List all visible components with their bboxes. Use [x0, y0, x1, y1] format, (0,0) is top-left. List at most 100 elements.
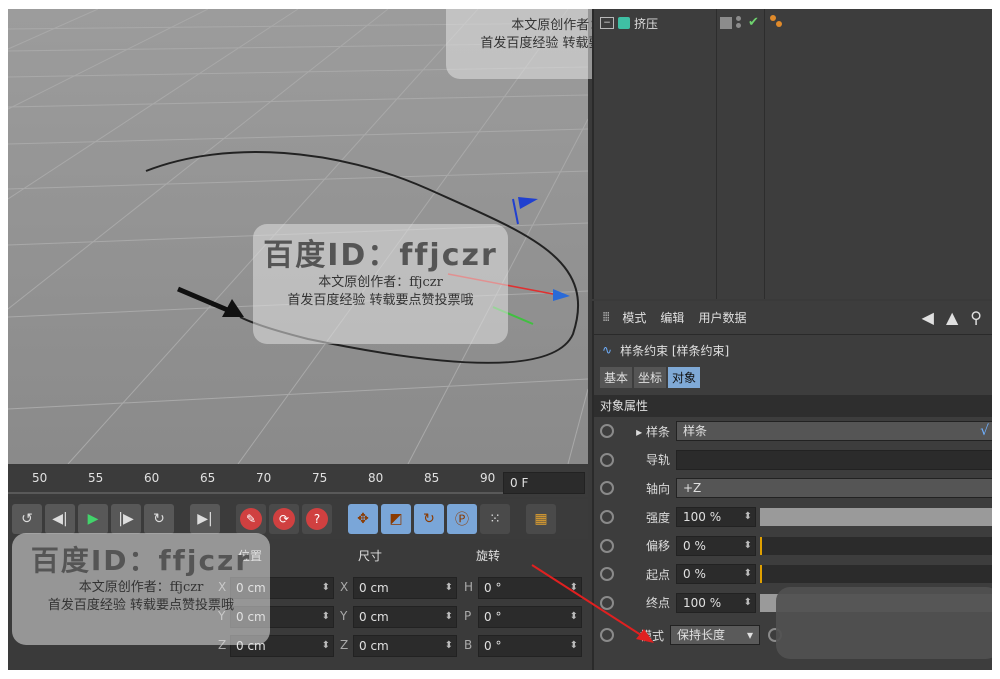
watermark-line2: 首发百度经验 转载要点赞投票哦: [287, 293, 474, 308]
rotate-icon[interactable]: ↻: [414, 504, 444, 534]
autokey-icon[interactable]: ⟳: [269, 504, 299, 534]
search-icon[interactable]: ⚲: [970, 308, 982, 327]
size-y-input[interactable]: 0 cm: [353, 606, 457, 628]
watermark-id: 百度ID：ffjczr: [30, 544, 252, 577]
layer-box-icon[interactable]: [720, 16, 732, 29]
offset-input[interactable]: 0 %: [676, 535, 756, 556]
axis-dropdown[interactable]: +Z: [676, 478, 992, 499]
goto-end-icon[interactable]: ↻: [144, 504, 174, 534]
param-label: 强度: [645, 510, 670, 525]
goto-start-icon[interactable]: ↺: [12, 504, 42, 534]
axis-label: Y: [340, 609, 348, 623]
rot-p-input[interactable]: 0 °: [478, 606, 582, 628]
spline-constraint-tag-icon[interactable]: [768, 13, 784, 29]
param-offset: 偏移 0 %: [594, 531, 992, 560]
record-key-icon[interactable]: ✎: [236, 504, 266, 534]
spline-constraint-icon: ∿: [602, 343, 613, 357]
param-axis: 轴向 +Z: [594, 474, 992, 503]
spline-link-value: 样条: [683, 424, 708, 439]
size-z-input[interactable]: 0 cm: [353, 635, 457, 657]
param-label: 偏移: [645, 539, 670, 554]
start-slider[interactable]: [760, 565, 992, 584]
end-input[interactable]: 100 %: [676, 592, 756, 613]
tick-label: 65: [200, 471, 216, 485]
tab-basic[interactable]: 基本: [600, 366, 633, 388]
rot-b-input[interactable]: 0 °: [478, 635, 582, 657]
minus-box-icon[interactable]: −: [600, 17, 614, 29]
end-frame-input[interactable]: 0 F: [503, 472, 585, 494]
menu-mode[interactable]: 模式: [622, 309, 646, 326]
extrude-object-icon: [618, 17, 630, 29]
object-flags: ✔: [720, 15, 759, 30]
watermark-line1: 本文原创作者：ffjczr: [318, 275, 443, 290]
watermark-line1: 本文原创作者：ffjczr: [78, 580, 204, 595]
object-row-extrude[interactable]: − 挤压: [600, 13, 658, 33]
visibility-dots-icon[interactable]: [736, 15, 744, 30]
object-name[interactable]: 挤压: [634, 15, 658, 32]
size-x-input[interactable]: 0 cm: [353, 577, 457, 599]
tick-label: 60: [144, 471, 160, 485]
anim-radio[interactable]: [600, 567, 614, 582]
spline-link-field[interactable]: 样条 √: [676, 421, 992, 442]
tick-label: 85: [424, 471, 440, 485]
param-label: 起点: [645, 567, 670, 582]
attributes-tabs: 基本 坐标 对象: [594, 365, 992, 389]
last-frame-icon[interactable]: ▶|: [190, 504, 220, 534]
watermark-bottom-left: 百度ID：ffjczr 本文原创作者：ffjczr 首发百度经验 转载要点赞投票…: [12, 533, 270, 645]
axis-label: B: [464, 638, 473, 652]
tick-label: 55: [88, 471, 104, 485]
tick-label: 70: [256, 471, 272, 485]
anim-radio[interactable]: [600, 628, 614, 643]
param-icon[interactable]: Ⓟ: [447, 504, 477, 534]
prev-key-icon[interactable]: ◀|: [45, 504, 75, 534]
offset-slider[interactable]: [760, 536, 992, 555]
help-key-icon[interactable]: ?: [302, 504, 332, 534]
param-label: 模式: [639, 628, 664, 643]
axis-label: Z: [340, 638, 349, 652]
watermark-center: 百度ID：ffjczr 本文原创作者：ffjczr 首发百度经验 转载要点赞投票…: [253, 224, 508, 344]
header-size: 尺寸: [358, 549, 383, 563]
param-label: 终点: [645, 596, 670, 611]
object-manager: − 挤压 ✔: [592, 9, 992, 299]
header-rotation: 旋转: [476, 549, 501, 563]
enabled-check-icon[interactable]: ✔: [748, 15, 759, 30]
attributes-nav: ◀ ▲ ⚲: [922, 308, 992, 327]
anim-radio[interactable]: [600, 595, 614, 610]
menu-edit[interactable]: 编辑: [660, 309, 684, 326]
rot-h-input[interactable]: 0 °: [478, 577, 582, 599]
watermark-overlay: [776, 587, 992, 659]
tab-object[interactable]: 对象: [668, 366, 701, 388]
film-icon[interactable]: ▦: [526, 504, 556, 534]
tick-label: 80: [368, 471, 384, 485]
param-start: 起点 0 %: [594, 560, 992, 589]
mode-dropdown[interactable]: 保持长度 ▾: [670, 625, 760, 646]
axis-label: X: [340, 580, 349, 594]
play-icon[interactable]: ▶: [78, 504, 108, 534]
anim-radio[interactable]: [600, 452, 614, 467]
menu-userdata[interactable]: 用户数据: [698, 309, 746, 326]
param-label: ▸ 样条: [636, 424, 670, 439]
next-key-icon[interactable]: |▶: [111, 504, 141, 534]
tick-label: 50: [32, 471, 48, 485]
rail-link-field[interactable]: [676, 449, 992, 470]
strength-input[interactable]: 100 %: [676, 507, 756, 528]
attributes-title-text: 样条约束 [样条约束]: [620, 343, 730, 358]
timeline-ruler[interactable]: 50 55 60 65 70 75 80 85 90: [8, 467, 588, 497]
anim-radio[interactable]: [600, 424, 614, 439]
spline-icon: √: [980, 423, 989, 440]
anim-radio[interactable]: [600, 481, 614, 496]
anim-radio[interactable]: [600, 510, 614, 525]
tab-coord[interactable]: 坐标: [634, 366, 667, 388]
dots-grid-icon[interactable]: ⁙: [480, 504, 510, 534]
move-icon[interactable]: ✥: [348, 504, 378, 534]
up-arrow-icon[interactable]: ▲: [946, 308, 958, 327]
back-arrow-icon[interactable]: ◀: [922, 308, 934, 327]
start-input[interactable]: 0 %: [676, 564, 756, 585]
axis-label: H: [464, 580, 474, 594]
scale-icon[interactable]: ◩: [381, 504, 411, 534]
axis-label: P: [464, 609, 472, 623]
attributes-title: ∿ 样条约束 [样条约束]: [594, 335, 992, 365]
strength-slider[interactable]: [760, 508, 992, 527]
anim-radio[interactable]: [600, 538, 614, 553]
mode-value: 保持长度: [677, 628, 726, 643]
